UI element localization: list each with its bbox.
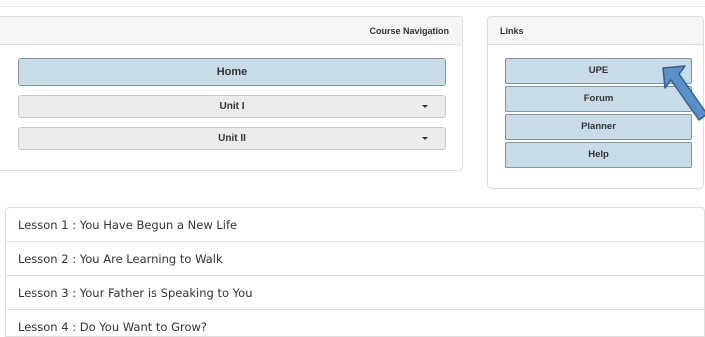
lesson-item-3[interactable]: Lesson 3 : Your Father is Speaking to Yo… (6, 276, 704, 310)
course-navigation-panel: Course Navigation Home Unit I Unit II (0, 16, 463, 171)
home-button-label: Home (216, 66, 248, 78)
unit-2-dropdown[interactable]: Unit II (18, 127, 446, 150)
lesson-item-4[interactable]: Lesson 4 : Do You Want to Grow? (6, 310, 704, 336)
course-navigation-heading: Course Navigation (0, 17, 462, 45)
unit-1-dropdown[interactable]: Unit I (18, 95, 446, 118)
links-heading: Links (488, 17, 703, 45)
caret-down-icon (422, 105, 428, 108)
lesson-item-2[interactable]: Lesson 2 : You Are Learning to Walk (6, 242, 704, 276)
home-button[interactable]: Home (18, 58, 446, 86)
lesson-list: Lesson 1 : You Have Begun a New Life Les… (5, 207, 705, 337)
unit-1-label: Unit I (219, 101, 245, 112)
top-divider (0, 6, 705, 7)
lesson-item-1[interactable]: Lesson 1 : You Have Begun a New Life (6, 208, 704, 242)
unit-2-label: Unit II (218, 133, 246, 144)
caret-down-icon (422, 137, 428, 140)
pointer-arrow-icon (662, 65, 705, 121)
help-link-button[interactable]: Help (505, 142, 692, 168)
